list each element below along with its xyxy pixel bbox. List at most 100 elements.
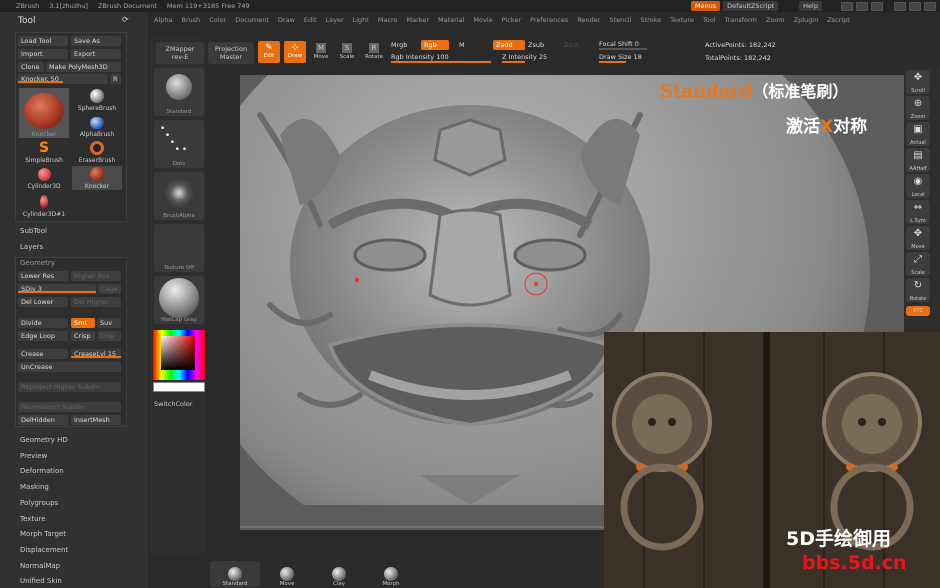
default-zscript-button[interactable]: DefaultZScript — [723, 1, 779, 11]
menu-item-alpha[interactable]: Alpha — [154, 16, 172, 24]
layout-icon[interactable] — [841, 1, 853, 11]
focal-shift-slider[interactable]: Focal Shift 0 — [599, 40, 694, 50]
mrgb-button[interactable]: Mrgb — [391, 41, 407, 49]
bottom-brush-morph[interactable]: Morph — [366, 561, 416, 587]
del-higher-button[interactable]: Del Higher — [71, 297, 121, 307]
menu-item-light[interactable]: Light — [353, 16, 369, 24]
crease-level-slider[interactable]: CreaseLvl 15 — [71, 349, 121, 359]
draw-size-slider[interactable]: Draw Size 18 — [599, 53, 694, 63]
suv-toggle[interactable]: Suv — [97, 318, 121, 328]
insertmesh-button[interactable]: InsertMesh — [71, 415, 121, 425]
menu-item-tool[interactable]: Tool — [703, 16, 716, 24]
higher-res-button[interactable]: Higher Res — [71, 271, 121, 281]
export-button[interactable]: Export — [71, 49, 121, 59]
zadd-button[interactable]: Zadd — [493, 40, 525, 50]
right-shelf-actual-button[interactable]: ▣ Actual — [906, 122, 930, 146]
menu-item-color[interactable]: Color — [209, 16, 226, 24]
right-shelf-scale-button[interactable]: ⤢ Scale — [906, 252, 930, 276]
menu-item-layer[interactable]: Layer — [326, 16, 344, 24]
right-shelf-xyz-button[interactable]: XYZ — [906, 306, 930, 316]
refresh-icon[interactable]: ⟳ — [122, 15, 129, 24]
close-icon[interactable] — [924, 1, 936, 11]
section-preview[interactable]: Preview — [20, 452, 47, 460]
color-picker[interactable] — [153, 330, 205, 380]
section-morph-target[interactable]: Morph Target — [20, 530, 66, 538]
tool-thumb-spherebrush[interactable]: SphereBrush — [72, 88, 122, 112]
tool-thumb-knocker-active[interactable]: Knocker — [19, 88, 69, 138]
right-shelf-local-button[interactable]: ◉ Local — [906, 174, 930, 198]
tool-thumb-knocker[interactable]: Knocker — [72, 166, 122, 190]
load-tool-button[interactable]: Load Tool — [18, 36, 68, 46]
tool-thumb-simplebrush[interactable]: S SimpleBrush — [19, 140, 69, 164]
rotate-button[interactable]: R Rotate — [362, 41, 386, 63]
right-shelf-rotate-button[interactable]: ↻ Rotate — [906, 278, 930, 302]
menu-item-macro[interactable]: Macro — [378, 16, 398, 24]
subtool-section[interactable]: SubTool — [20, 227, 47, 235]
menu-item-picker[interactable]: Picker — [502, 16, 521, 24]
bottom-brush-move[interactable]: Move — [262, 561, 312, 587]
menu-item-draw[interactable]: Draw — [278, 16, 295, 24]
tool-thumb-eraserbrush[interactable]: EraserBrush — [72, 140, 122, 164]
menu-item-edit[interactable]: Edit — [304, 16, 317, 24]
import-button[interactable]: Import — [18, 49, 68, 59]
smt-toggle[interactable]: Smt — [71, 318, 95, 328]
m-button[interactable]: M — [459, 41, 465, 49]
cage-button[interactable]: Cage — [98, 284, 121, 294]
menu-item-texture[interactable]: Texture — [670, 16, 694, 24]
section-normalmap[interactable]: NormalMap — [20, 562, 60, 570]
right-shelf-aahalf-button[interactable]: ▤ AAHalf — [906, 148, 930, 172]
layers-section[interactable]: Layers — [20, 243, 43, 251]
layout2-icon[interactable] — [856, 1, 868, 11]
right-shelf-zoom-button[interactable]: ⊕ Zoom — [906, 96, 930, 120]
bottom-brush-standard[interactable]: Standard — [210, 561, 260, 587]
draw-button[interactable]: ⊹ Draw — [284, 41, 306, 63]
right-shelf-lsym-button[interactable]: ⇔ L.Sym — [906, 200, 930, 224]
section-displacement[interactable]: Displacement — [20, 546, 68, 554]
zsub-button[interactable]: Zsub — [528, 41, 544, 49]
section-unified-skin[interactable]: Unified Skin — [20, 577, 62, 585]
material-button[interactable]: MatCap Gray — [154, 276, 204, 324]
uncrease-button[interactable]: UnCrease — [18, 362, 121, 372]
save-as-button[interactable]: Save As — [71, 36, 121, 46]
scale-button[interactable]: S Scale — [336, 41, 358, 63]
texture-button[interactable]: Texture Off — [154, 224, 204, 272]
menu-item-preferences[interactable]: Preferences — [530, 16, 568, 24]
menu-item-transform[interactable]: Transform — [725, 16, 757, 24]
move-button[interactable]: M Move — [310, 41, 332, 63]
color-swatch-primary[interactable] — [153, 382, 205, 392]
stroke-dots-button[interactable]: • • • •• Dots — [154, 120, 204, 168]
menu-item-brush[interactable]: Brush — [181, 16, 200, 24]
crisp-toggle[interactable]: Crisp — [71, 331, 95, 341]
section-geometry-hd[interactable]: Geometry HD — [20, 436, 68, 444]
reconstruct-subdiv-button[interactable]: Reconstruct Subdiv — [18, 402, 121, 412]
del-lower-button[interactable]: Del Lower — [18, 297, 68, 307]
alpha-button[interactable]: BrushAlpha — [154, 172, 204, 220]
brush-standard-button[interactable]: Standard — [154, 68, 204, 116]
edit-button[interactable]: ✎ Edit — [258, 41, 280, 63]
divide-button[interactable]: Divide — [18, 318, 68, 328]
tool-thumb-cylinder3d[interactable]: Cylinder3D — [19, 166, 69, 190]
minimize-icon[interactable] — [894, 1, 906, 11]
rgb-intensity-slider[interactable]: Rgb Intensity 100 — [391, 53, 491, 63]
menus-button[interactable]: Menus — [690, 1, 721, 11]
layout3-icon[interactable] — [871, 1, 883, 11]
switch-color-button[interactable]: SwitchColor — [154, 400, 192, 408]
section-polygroups[interactable]: Polygroups — [20, 499, 58, 507]
tool-thumb-cylinder3d1[interactable]: Cylinder3D#1 — [19, 192, 69, 218]
menu-item-document[interactable]: Document — [235, 16, 269, 24]
menu-item-movie[interactable]: Movie — [473, 16, 492, 24]
sdiv-slider[interactable]: SDiv 3 — [18, 284, 96, 294]
knocker-slider[interactable]: Knocker. 50 — [18, 74, 108, 84]
zmapper-button[interactable]: ZMapper rev-E — [156, 42, 204, 64]
rgb-button[interactable]: Rgb — [421, 40, 449, 50]
color-square[interactable] — [161, 336, 195, 370]
menu-item-stroke[interactable]: Stroke — [640, 16, 661, 24]
lower-res-button[interactable]: Lower Res — [18, 271, 68, 281]
crease-button[interactable]: Crease — [18, 349, 68, 359]
menu-item-marker[interactable]: Marker — [407, 16, 429, 24]
bottom-brush-clay[interactable]: Clay — [314, 561, 364, 587]
projection-master-button[interactable]: Projection Master — [208, 42, 254, 64]
menu-item-zplugin[interactable]: Zplugin — [794, 16, 819, 24]
make-polymesh-button[interactable]: Make PolyMesh3D — [46, 62, 121, 72]
section-texture[interactable]: Texture — [20, 515, 46, 523]
